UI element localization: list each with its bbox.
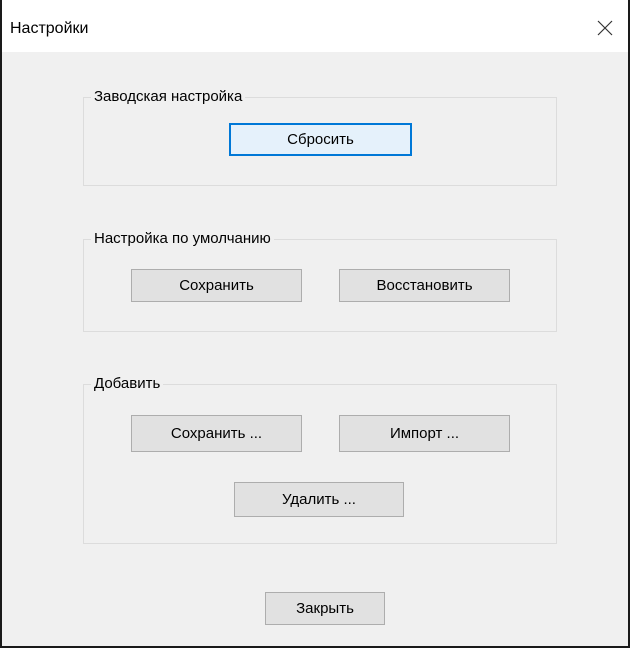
close-button[interactable]: Закрыть xyxy=(265,592,385,625)
default-save-button[interactable]: Сохранить xyxy=(131,269,302,302)
import-button[interactable]: Импорт ... xyxy=(339,415,510,452)
default-restore-button[interactable]: Восстановить xyxy=(339,269,510,302)
add-save-button[interactable]: Сохранить ... xyxy=(131,415,302,452)
add-group-label: Добавить xyxy=(91,375,164,393)
default-settings-label: Настройка по умолчанию xyxy=(91,230,274,248)
delete-button[interactable]: Удалить ... xyxy=(234,482,404,517)
reset-button[interactable]: Сбросить xyxy=(229,123,412,156)
title-bar: Настройки xyxy=(2,0,628,52)
add-group: Добавить xyxy=(83,375,557,544)
close-window-button[interactable] xyxy=(582,8,628,48)
settings-dialog: Настройки Заводская настройка Сбросить Н… xyxy=(0,0,630,648)
window-title: Настройки xyxy=(10,20,89,37)
factory-settings-label: Заводская настройка xyxy=(91,88,246,106)
close-icon xyxy=(597,20,613,36)
